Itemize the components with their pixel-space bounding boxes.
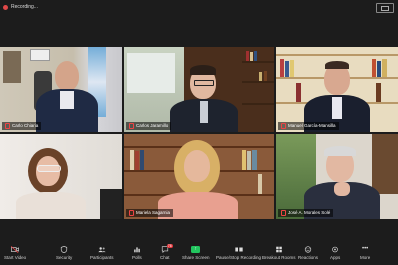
- top-bar: Recording...: [0, 0, 398, 14]
- more-label: More: [360, 255, 371, 260]
- participant-name-6: José A. Morales Solé: [278, 209, 334, 217]
- breakout-rooms-label: Breakout Rooms: [262, 255, 296, 260]
- meeting-toolbar: Start Video Security Participants Polls …: [0, 243, 398, 265]
- reactions-button[interactable]: Reactions: [298, 246, 318, 260]
- muted-mic-icon: [5, 123, 10, 129]
- apps-label: Apps: [330, 255, 341, 260]
- video-off-icon: [11, 246, 20, 253]
- pause-stop-recording-label: Pause/Stop Recording: [216, 255, 262, 260]
- more-icon: •••: [361, 246, 369, 252]
- muted-mic-icon: [281, 210, 286, 216]
- chat-button[interactable]: 76 Chat: [160, 244, 173, 260]
- reactions-icon: [304, 246, 312, 253]
- reactions-label: Reactions: [298, 255, 319, 260]
- video-tile-6[interactable]: José A. Morales Solé: [276, 134, 398, 219]
- share-screen-button[interactable]: ↑ Share Screen: [182, 246, 210, 260]
- polls-label: Polls: [132, 255, 142, 260]
- participants-icon: [98, 247, 106, 253]
- share-screen-label: Share Screen: [182, 255, 210, 260]
- view-toggle-button[interactable]: [376, 3, 394, 13]
- video-tile-2[interactable]: Carlos Jaramillo: [124, 47, 274, 132]
- breakout-rooms-button[interactable]: Breakout Rooms: [262, 246, 296, 260]
- participants-label: Participants: [90, 255, 114, 260]
- apps-icon: [332, 246, 338, 253]
- polls-icon: [134, 247, 140, 253]
- chat-unread-badge: 76: [166, 244, 173, 248]
- start-video-label: Start Video: [4, 255, 27, 260]
- share-screen-icon: ↑: [191, 246, 201, 253]
- participant-name-1: Carlo Chiaria: [2, 122, 42, 130]
- muted-mic-icon: [129, 123, 134, 129]
- video-tile-3[interactable]: Manuel García-Mansilla: [276, 47, 398, 132]
- apps-button[interactable]: Apps: [330, 246, 340, 260]
- security-button[interactable]: Security: [56, 246, 72, 260]
- start-video-button[interactable]: Start Video: [4, 246, 26, 260]
- shield-icon: [61, 246, 68, 253]
- pause-stop-recording-button[interactable]: Pause/Stop Recording: [216, 246, 261, 260]
- video-tile-1[interactable]: Carlo Chiaria: [0, 47, 122, 132]
- recording-icon: [234, 247, 243, 252]
- security-label: Security: [56, 255, 73, 260]
- recording-label: Recording...: [11, 4, 38, 10]
- participant-name-3: Manuel García-Mansilla: [278, 122, 339, 130]
- participant-name-5: Mariela Sagarnia: [126, 209, 174, 217]
- polls-button[interactable]: Polls: [132, 246, 142, 260]
- recording-dot-icon: [3, 4, 8, 10]
- video-tile-4[interactable]: [0, 134, 122, 219]
- participants-button[interactable]: Participants: [90, 246, 114, 260]
- muted-mic-icon: [129, 210, 134, 216]
- participant-name-2: Carlos Jaramillo: [126, 122, 172, 130]
- video-tile-5[interactable]: Mariela Sagarnia: [124, 134, 274, 219]
- breakout-rooms-icon: [275, 246, 282, 253]
- chat-label: Chat: [160, 255, 170, 260]
- gallery-view-icon: [381, 5, 389, 11]
- recording-indicator[interactable]: Recording...: [3, 4, 38, 10]
- more-button[interactable]: ••• More: [360, 246, 370, 260]
- muted-mic-icon: [281, 123, 286, 129]
